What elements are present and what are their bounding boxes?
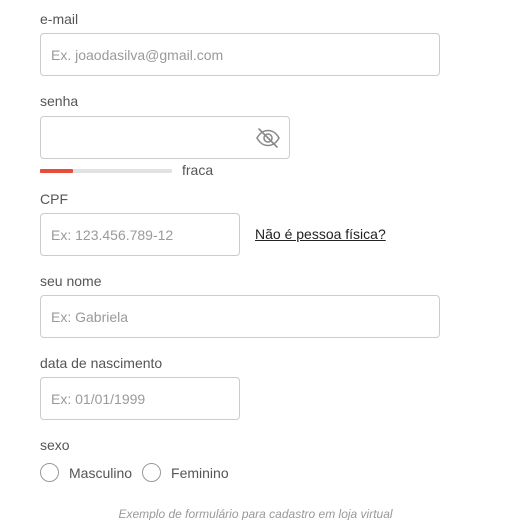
- email-input[interactable]: [41, 34, 439, 75]
- email-label: e-mail: [40, 11, 79, 27]
- cpf-field-wrapper: [40, 213, 240, 256]
- name-field-wrapper: [40, 295, 440, 338]
- password-strength-label: fraca: [182, 162, 214, 178]
- password-label: senha: [40, 93, 79, 109]
- eye-slash-icon[interactable]: [255, 126, 281, 150]
- form-caption-text: Exemplo de formulário para cadastro em l…: [118, 507, 393, 520]
- signup-form: e-mail senha fraca CPF Não é pessoa físi…: [0, 0, 511, 520]
- email-field-wrapper: [40, 33, 440, 76]
- radio-option-masculino[interactable]: Masculino: [40, 463, 132, 482]
- name-input[interactable]: [41, 296, 439, 337]
- password-input[interactable]: [41, 117, 289, 158]
- sex-label: sexo: [40, 437, 70, 453]
- radio-label-masculino: Masculino: [69, 464, 133, 481]
- radio-option-feminino[interactable]: Feminino: [142, 463, 229, 482]
- form-caption: Exemplo de formulário para cadastro em l…: [0, 507, 511, 520]
- sex-radio-group: Masculino Feminino: [40, 463, 239, 482]
- password-field-wrapper: [40, 116, 290, 159]
- password-strength-bar: [40, 169, 172, 173]
- birthdate-input[interactable]: [41, 378, 239, 419]
- password-strength-fill: [40, 169, 73, 173]
- birthdate-field-wrapper: [40, 377, 240, 420]
- radio-button-masculino[interactable]: [40, 463, 59, 482]
- radio-label-feminino: Feminino: [171, 464, 229, 481]
- not-individual-link[interactable]: Não é pessoa física?: [255, 226, 386, 242]
- cpf-label: CPF: [40, 191, 68, 207]
- cpf-input[interactable]: [41, 214, 239, 255]
- birthdate-label: data de nascimento: [40, 355, 163, 371]
- radio-button-feminino[interactable]: [142, 463, 162, 482]
- name-label: seu nome: [40, 273, 102, 289]
